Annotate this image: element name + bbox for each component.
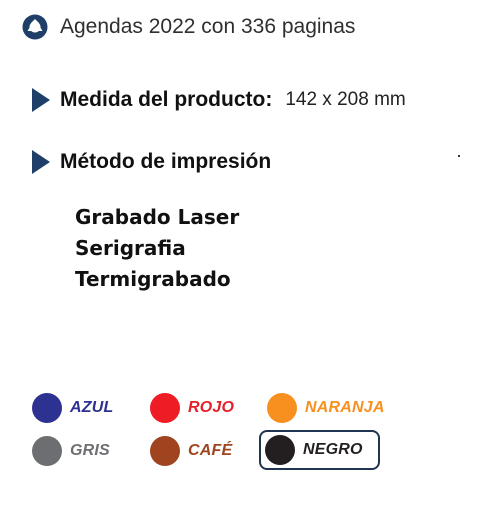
measure-label: Medida del producto: — [60, 88, 273, 111]
spec-print-method: Método de impresión — [32, 146, 288, 178]
product-header: Agendas 2022 con 336 paginas — [22, 12, 355, 42]
color-dot — [265, 435, 295, 465]
color-option-gris[interactable]: GRIS — [32, 433, 110, 469]
bullet-triangle-icon — [32, 150, 50, 174]
measure-value: 142 x 208 mm — [285, 89, 406, 110]
color-option-negro[interactable]: NEGRO — [259, 430, 380, 470]
color-option-cafe[interactable]: CAFÉ — [150, 433, 232, 469]
color-name: ROJO — [188, 399, 235, 416]
print-method-item: Grabado Laser — [75, 205, 240, 229]
bullet-triangle-icon — [32, 88, 50, 112]
product-title: Agendas 2022 con 336 paginas — [60, 15, 356, 38]
color-name: CAFÉ — [188, 442, 233, 459]
color-option-naranja[interactable]: NARANJA — [267, 390, 385, 426]
color-option-rojo[interactable]: ROJO — [150, 390, 234, 426]
color-dot — [32, 393, 62, 423]
print-method-item: Termigrabado — [75, 267, 231, 291]
color-name: NEGRO — [303, 441, 363, 458]
brand-logo-icon — [22, 14, 48, 40]
color-dot — [267, 393, 297, 423]
color-dot — [150, 393, 180, 423]
color-option-azul[interactable]: AZUL — [32, 390, 113, 426]
print-method-item: Serigrafia — [75, 236, 186, 260]
color-name: NARANJA — [305, 399, 385, 416]
print-methods-list: Grabado Laser Serigrafia Termigrabado — [75, 202, 239, 295]
color-name: GRIS — [70, 442, 110, 459]
color-name: AZUL — [70, 399, 114, 416]
stray-mark — [458, 155, 460, 157]
color-dot — [150, 436, 180, 466]
method-label-clip: Método de impresión — [60, 150, 288, 174]
method-label: Método de impresión — [60, 150, 272, 173]
spec-measure: Medida del producto: 142 x 208 mm — [32, 84, 406, 116]
color-dot — [32, 436, 62, 466]
